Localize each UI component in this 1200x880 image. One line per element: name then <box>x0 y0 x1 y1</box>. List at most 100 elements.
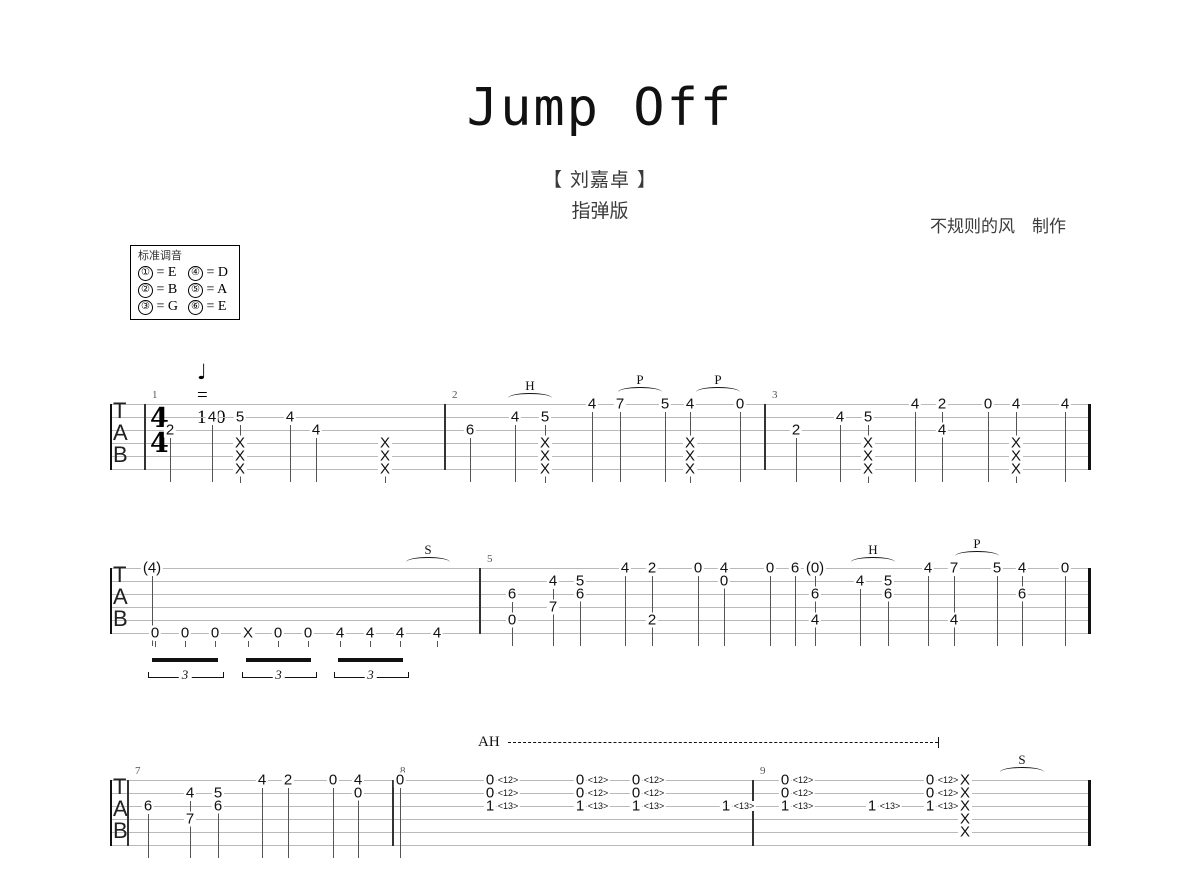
fret-number: 4 <box>255 771 269 789</box>
note-stem <box>170 438 172 482</box>
harmonic-fret-marker: <13> <box>791 801 815 811</box>
note-stem <box>795 576 797 646</box>
note-stem <box>580 602 582 646</box>
fret-number: 0 <box>733 395 747 413</box>
note-stem <box>215 641 217 647</box>
fret-number: 6 <box>463 421 477 439</box>
note-stem <box>470 438 472 482</box>
tuning-row: ② = B ⑤ = A <box>138 281 232 298</box>
note-stem <box>815 628 817 646</box>
quarter-note-icon: ♩ <box>197 360 207 384</box>
slur <box>1000 767 1044 777</box>
string-pitch-2: = B <box>156 282 178 297</box>
note-stem <box>240 477 242 483</box>
slur <box>955 551 999 561</box>
fret-number: 4 <box>183 784 197 802</box>
note-stem <box>796 438 798 482</box>
note-stem <box>290 425 292 482</box>
fret-number: 6 <box>808 585 822 603</box>
harmonic-fret-marker: <13> <box>642 801 666 811</box>
fret-number: 2 <box>645 559 659 577</box>
fret-number: 5 <box>861 408 875 426</box>
barline <box>764 404 766 470</box>
fret-number: 1 <box>719 797 733 815</box>
note-stem <box>928 576 930 646</box>
fret-number: 7 <box>546 598 560 616</box>
system-3: T A B 7 8 9 6 4 7 5 6 4 2 0 4 0 0 0 <12> 0 <12> 1 <13> 0 <12> 0 <1… <box>0 734 1200 880</box>
tuning-label: 标准调音 <box>138 249 182 262</box>
fret-number: 6 <box>1015 585 1029 603</box>
harmonic-fret-marker: <12> <box>496 775 520 785</box>
fret-number: 0 <box>301 624 315 642</box>
string-pitch-5: = A <box>206 282 228 297</box>
staff-line <box>110 607 1090 608</box>
fret-number: 2 <box>935 395 949 413</box>
fret-number: 4 <box>585 395 599 413</box>
tuplet-number: 3 <box>178 667 192 683</box>
technique-label-s: S <box>424 542 432 557</box>
harmonic-fret-marker: <12> <box>936 775 960 785</box>
fret-number: 7 <box>947 559 961 577</box>
fret-number: 4 <box>508 408 522 426</box>
barline <box>479 568 481 634</box>
page-title: Jump Off <box>466 78 734 138</box>
note-stem <box>316 438 318 482</box>
note-stem <box>954 628 956 646</box>
fret-number: 4 <box>808 611 822 629</box>
harmonic-fret-marker: <13> <box>586 801 610 811</box>
barline-end <box>1088 780 1091 846</box>
note-stem <box>625 576 627 646</box>
harmonic-fret-marker: <12> <box>791 775 815 785</box>
fret-number: 6 <box>573 585 587 603</box>
staff-lines: T A B 5 (4) 0 0 0 X 0 0 4 4 4 4 6 0 4 7 5 6 4 2 2 0 4 0 0 6 (0) 6 4 4 5 6 4… <box>110 536 1091 683</box>
barline <box>127 780 129 846</box>
fret-number: 4 <box>921 559 935 577</box>
note-stem <box>400 641 402 647</box>
string-number-1: ① <box>138 266 153 281</box>
note-stem <box>915 412 917 482</box>
fret-number: 4 <box>618 559 632 577</box>
fret-number: 2 <box>645 611 659 629</box>
note-stem <box>868 477 870 483</box>
note-stem <box>740 412 742 482</box>
note-stem <box>690 477 692 483</box>
transcriber-credit: 不规则的风 制作 <box>930 217 1066 237</box>
fret-number: 7 <box>183 810 197 828</box>
note-stem <box>545 477 547 483</box>
harmonic-fret-marker: <13> <box>878 801 902 811</box>
mute-mark: X <box>240 624 256 642</box>
barline-start <box>110 780 113 846</box>
string-pitch-1: = E <box>156 265 177 280</box>
note-stem <box>385 477 387 483</box>
note-stem <box>988 412 990 482</box>
tempo-equals: = <box>197 385 208 406</box>
fret-number: 6 <box>211 797 225 815</box>
fret-number: 0 <box>326 771 340 789</box>
string-number-6: ⑥ <box>188 300 204 315</box>
fret-number: 2 <box>281 771 295 789</box>
barline <box>444 404 446 470</box>
barline-end <box>1088 568 1091 634</box>
string-number-4: ④ <box>188 266 204 281</box>
staff-line <box>110 633 1090 634</box>
fret-number: 0 <box>717 572 731 590</box>
harmonic-fret-marker: <12> <box>936 788 960 798</box>
note-stem <box>340 641 342 647</box>
note-stem <box>1022 602 1024 646</box>
barline-end <box>1088 404 1091 470</box>
barline <box>392 780 394 846</box>
fret-number: 0 <box>208 624 222 642</box>
string-number-3: ③ <box>138 300 153 315</box>
fret-number: 1 <box>573 797 587 815</box>
string-pitch-4: = D <box>206 265 229 280</box>
tab-clef: TAB <box>113 774 128 843</box>
artificial-harmonic-line <box>508 742 938 743</box>
harmonic-fret-marker: <12> <box>586 775 610 785</box>
fret-number: 2 <box>789 421 803 439</box>
fret-number: 0 <box>178 624 192 642</box>
fret-number: 4 <box>205 408 219 426</box>
tuning-row: ③ = G ⑥ = E <box>138 298 232 315</box>
note-stem <box>942 438 944 482</box>
harmonic-fret-marker: <12> <box>791 788 815 798</box>
measure-number: 2 <box>452 389 458 401</box>
